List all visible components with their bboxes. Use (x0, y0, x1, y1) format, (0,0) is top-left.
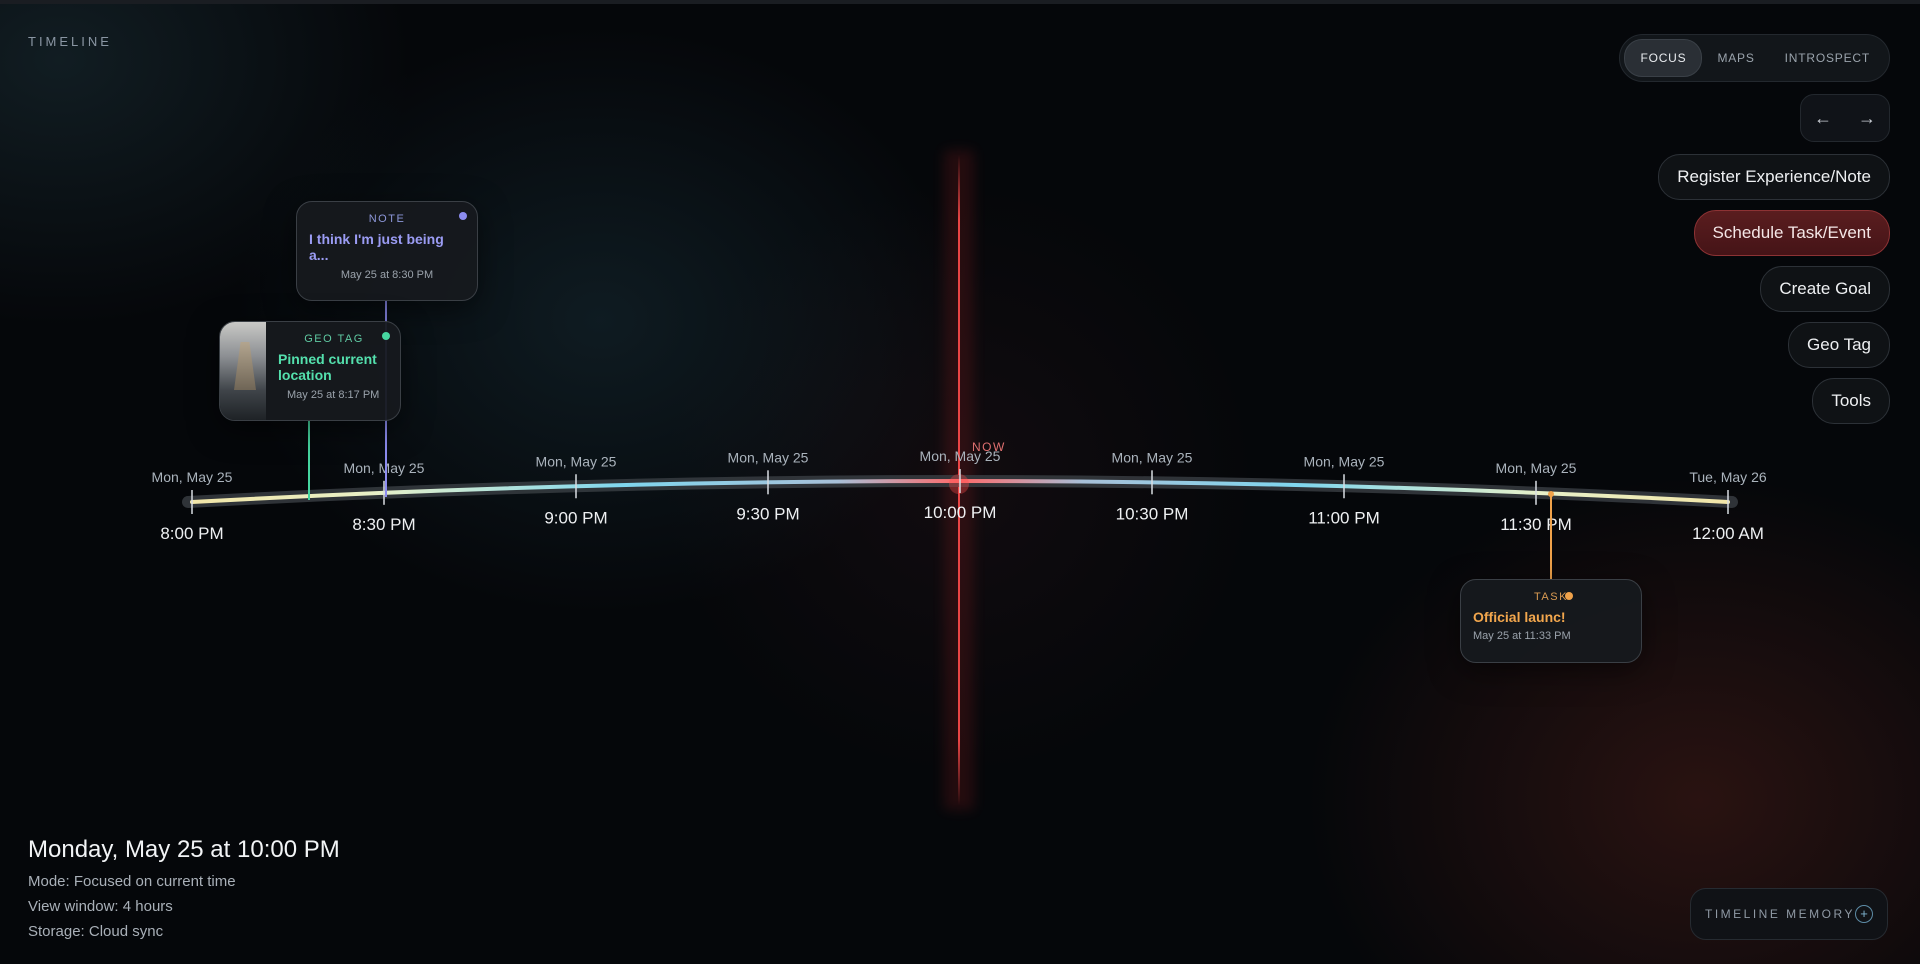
tick-time-label: 11:00 PM (1308, 508, 1380, 527)
mode-info: Mode: Focused on current time (28, 873, 236, 890)
note-time: May 25 at 8:30 PM (340, 269, 434, 281)
task-card[interactable]: TASK Official launc! May 25 at 11:33 PM (1460, 579, 1642, 663)
geotag-kind: GEO TAG (304, 333, 364, 345)
timeline-memory-label: TIMELINE MEMORY (1705, 907, 1855, 921)
current-datetime-heading: Monday, May 25 at 10:00 PM (28, 836, 340, 863)
task-kind: TASK (1534, 591, 1568, 603)
tick-date-label: Mon, May 25 (152, 469, 233, 485)
note-dot-icon (459, 212, 467, 220)
geotag-time: May 25 at 8:17 PM (287, 389, 380, 401)
plus-icon[interactable]: + (1855, 905, 1873, 923)
note-card[interactable]: NOTE I think I'm just being a... May 25 … (296, 201, 478, 301)
note-kind: NOTE (368, 213, 406, 225)
now-label: NOW (972, 440, 1006, 454)
tick-time-label: 10:00 PM (924, 503, 997, 522)
tick-date-label: Mon, May 25 (536, 453, 617, 469)
task-time: May 25 at 11:33 PM (1473, 630, 1571, 642)
tick-date-label: Tue, May 26 (1689, 469, 1767, 485)
geotag-title: Pinned current location (278, 351, 377, 383)
task-title: Official launc! (1473, 609, 1566, 625)
view-window-info: View window: 4 hours (28, 898, 173, 915)
tick-date-label: Mon, May 25 (344, 460, 425, 476)
tick-date-label: Mon, May 25 (1496, 460, 1577, 476)
timeline-track: Mon, May 25 8:00 PM Mon, May 25 8:30 PM Mon,… (152, 150, 1767, 810)
now-marker (949, 474, 969, 494)
tick-date-label: Mon, May 25 (1112, 449, 1193, 465)
tick-time-label: 8:30 PM (352, 515, 415, 534)
geotag-card[interactable]: GEO TAG Pinned current location May 25 a… (219, 321, 401, 421)
tick-time-label: 9:00 PM (544, 508, 607, 527)
task-marker (1548, 491, 1554, 497)
tick-time-label: 9:30 PM (736, 504, 799, 523)
geotag-dot-icon (382, 332, 390, 340)
location-thumbnail (220, 322, 266, 420)
task-dot-icon (1565, 592, 1573, 600)
timeline-memory-panel[interactable]: TIMELINE MEMORY + (1690, 888, 1888, 940)
tick-time-label: 12:00 AM (1692, 524, 1764, 543)
tick-time-label: 8:00 PM (160, 524, 223, 543)
tick-date-label: Mon, May 25 (1304, 453, 1385, 469)
storage-info: Storage: Cloud sync (28, 923, 164, 940)
tick-time-label: 10:30 PM (1116, 504, 1189, 523)
note-title: I think I'm just being a... (309, 231, 444, 263)
tick-date-label: Mon, May 25 (728, 449, 809, 465)
tick-time-label: 11:30 PM (1500, 515, 1572, 534)
